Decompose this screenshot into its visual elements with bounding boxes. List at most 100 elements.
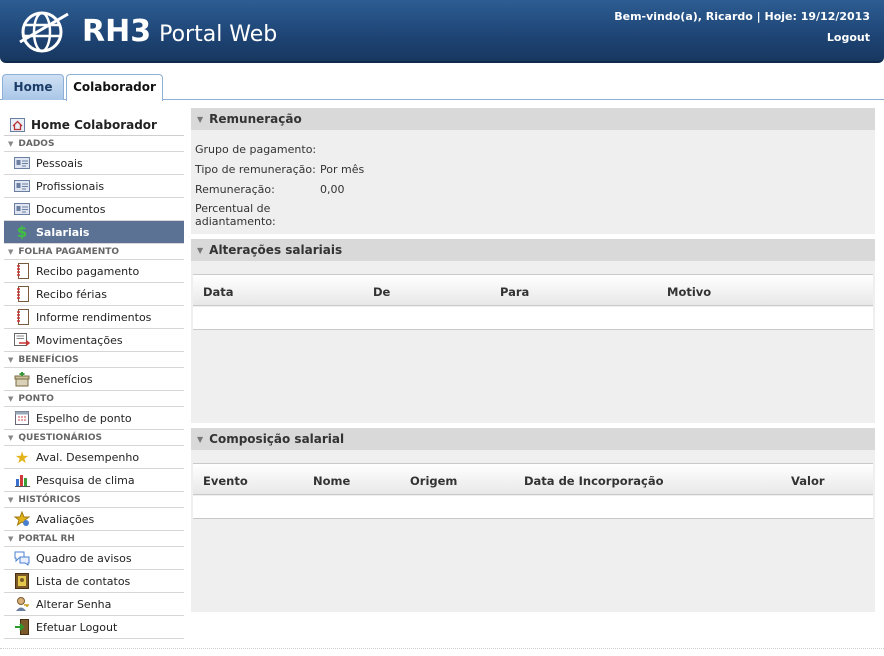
welcome-text: Bem-vindo(a), Ricardo | Hoje: 19/12/2013 <box>614 10 870 23</box>
section-historicos[interactable]: ▼ HISTÓRICOS <box>4 492 184 508</box>
collapse-triangle-icon: ▼ <box>197 114 204 124</box>
sidebar-item-efetuar-logout[interactable]: Efetuar Logout <box>4 616 184 639</box>
collapse-triangle-icon: ▼ <box>8 356 14 364</box>
collapse-triangle-icon: ▼ <box>8 434 14 442</box>
column-header-origem[interactable]: Origem <box>410 474 457 488</box>
sidebar-item-avaliacoes[interactable]: Avaliações <box>4 508 184 531</box>
speech-bubbles-icon <box>14 550 30 566</box>
logout-link[interactable]: Logout <box>827 31 870 44</box>
panel-remuneracao: ▼ Remuneração Grupo de pagamento: Tipo d… <box>191 108 875 234</box>
dollar-sign-icon: $ <box>16 223 28 241</box>
id-card-icon <box>14 155 30 171</box>
panel-composicao-salarial: ▼ Composição salarial Evento Nome Origem… <box>191 428 875 612</box>
sidebar-item-alterar-senha[interactable]: Alterar Senha <box>4 593 184 616</box>
sidebar-item-label: Quadro de avisos <box>36 551 132 565</box>
collapse-triangle-icon: ▼ <box>8 535 14 543</box>
sidebar-item-lista-contatos[interactable]: Lista de contatos <box>4 570 184 593</box>
sidebar-item-aval-desempenho[interactable]: ★ Aval. Desempenho <box>4 446 184 469</box>
column-header-motivo[interactable]: Motivo <box>667 285 711 299</box>
table-empty-row <box>193 307 873 330</box>
section-label: QUESTIONÁRIOS <box>18 433 103 443</box>
tipo-remuneracao-label: Tipo de remuneração: <box>195 163 316 176</box>
section-folha-pagamento[interactable]: ▼ FOLHA PAGAMENTO <box>4 244 184 260</box>
sidebar-item-label: Aval. Desempenho <box>36 450 140 464</box>
panel-title: Composição salarial <box>209 432 345 446</box>
remuneracao-value: 0,00 <box>320 183 345 196</box>
sidebar-item-espelho-ponto[interactable]: Espelho de ponto <box>4 407 184 430</box>
panel-header[interactable]: ▼ Remuneração <box>191 108 875 130</box>
column-header-evento[interactable]: Evento <box>203 474 248 488</box>
exit-door-icon <box>14 619 30 635</box>
sidebar-item-label: Recibo pagamento <box>36 264 140 278</box>
column-header-valor[interactable]: Valor <box>791 474 825 488</box>
globe-logo-icon <box>19 11 69 53</box>
section-portal-rh[interactable]: ▼ PORTAL RH <box>4 531 184 547</box>
collapse-triangle-icon: ▼ <box>8 140 14 148</box>
panel-header[interactable]: ▼ Composição salarial <box>191 428 875 450</box>
sidebar-item-label: Pesquisa de clima <box>36 473 135 487</box>
sidebar-item-pessoais[interactable]: Pessoais <box>4 152 184 175</box>
collapse-triangle-icon: ▼ <box>197 434 204 444</box>
sidebar-item-recibo-pagamento[interactable]: Recibo pagamento <box>4 260 184 283</box>
star-badge-icon <box>14 511 30 527</box>
sidebar-item-quadro-avisos[interactable]: Quadro de avisos <box>4 547 184 570</box>
sidebar-item-label: Benefícios <box>36 372 93 386</box>
sidebar-item-informe-rendimentos[interactable]: Informe rendimentos <box>4 306 184 329</box>
column-header-para[interactable]: Para <box>500 285 529 299</box>
notebook-icon <box>14 263 30 279</box>
percentual-label-line2: adiantamento: <box>195 215 276 228</box>
collapse-triangle-icon: ▼ <box>8 496 14 504</box>
id-card-icon <box>14 201 30 217</box>
table-header: Evento Nome Origem Data de Incorporação … <box>193 463 873 495</box>
section-questionarios[interactable]: ▼ QUESTIONÁRIOS <box>4 430 184 446</box>
sidebar: Home Colaborador ▼ DADOS Pessoais Profiss… <box>4 114 184 639</box>
panel-header[interactable]: ▼ Alterações salariais <box>191 239 875 261</box>
key-person-icon <box>14 596 30 612</box>
table-header: Data De Para Motivo <box>193 274 873 306</box>
sidebar-item-label: Lista de contatos <box>36 574 131 588</box>
app-header: RH3 Portal Web Bem-vindo(a), Ricardo | Ho… <box>0 0 884 63</box>
sidebar-home-label: Home Colaborador <box>31 117 157 132</box>
gift-box-icon <box>14 371 30 387</box>
bar-chart-icon <box>14 472 30 488</box>
sidebar-item-label: Pessoais <box>36 156 83 170</box>
sidebar-item-documentos[interactable]: Documentos <box>4 198 184 221</box>
section-label: DADOS <box>18 139 55 149</box>
sidebar-item-pesquisa-clima[interactable]: Pesquisa de clima <box>4 469 184 492</box>
notebook-icon <box>14 286 30 302</box>
sidebar-item-salariais[interactable]: $ Salariais <box>4 221 184 244</box>
tab-home[interactable]: Home <box>2 74 64 100</box>
percentual-label-line1: Percentual de <box>195 202 271 215</box>
star-icon: ★ <box>14 447 30 467</box>
section-dados[interactable]: ▼ DADOS <box>4 136 184 152</box>
section-label: HISTÓRICOS <box>18 495 81 505</box>
column-header-nome[interactable]: Nome <box>313 474 350 488</box>
sidebar-item-label: Profissionais <box>36 179 105 193</box>
section-beneficios[interactable]: ▼ BENEFÍCIOS <box>4 352 184 368</box>
sidebar-item-profissionais[interactable]: Profissionais <box>4 175 184 198</box>
sidebar-item-movimentacoes[interactable]: Movimentações <box>4 329 184 352</box>
sidebar-item-label: Espelho de ponto <box>36 411 132 425</box>
panel-title: Remuneração <box>209 112 302 126</box>
sidebar-home-colaborador[interactable]: Home Colaborador <box>4 114 184 136</box>
column-header-de[interactable]: De <box>373 285 390 299</box>
logo-rh: RH3 <box>82 14 152 49</box>
sidebar-item-label: Avaliações <box>36 512 95 526</box>
column-header-data-incorporacao[interactable]: Data de Incorporação <box>524 474 664 488</box>
section-ponto[interactable]: ▼ PONTO <box>4 391 184 407</box>
sidebar-item-recibo-ferias[interactable]: Recibo férias <box>4 283 184 306</box>
sidebar-item-beneficios[interactable]: Benefícios <box>4 368 184 391</box>
panel-alteracoes-salariais: ▼ Alterações salariais Data De Para Moti… <box>191 239 875 423</box>
main-tabs: Home Colaborador <box>0 74 884 101</box>
column-header-data[interactable]: Data <box>203 285 234 299</box>
calendar-icon <box>14 410 30 426</box>
tab-colaborador[interactable]: Colaborador <box>66 74 163 101</box>
table-empty-row <box>193 496 873 519</box>
remuneracao-label: Remuneração: <box>195 183 275 196</box>
section-label: PORTAL RH <box>18 534 75 544</box>
notebook-icon <box>14 309 30 325</box>
home-icon <box>9 117 25 133</box>
sidebar-item-label: Efetuar Logout <box>36 620 118 634</box>
sidebar-item-label: Alterar Senha <box>36 597 112 611</box>
sidebar-item-label: Documentos <box>36 202 106 216</box>
